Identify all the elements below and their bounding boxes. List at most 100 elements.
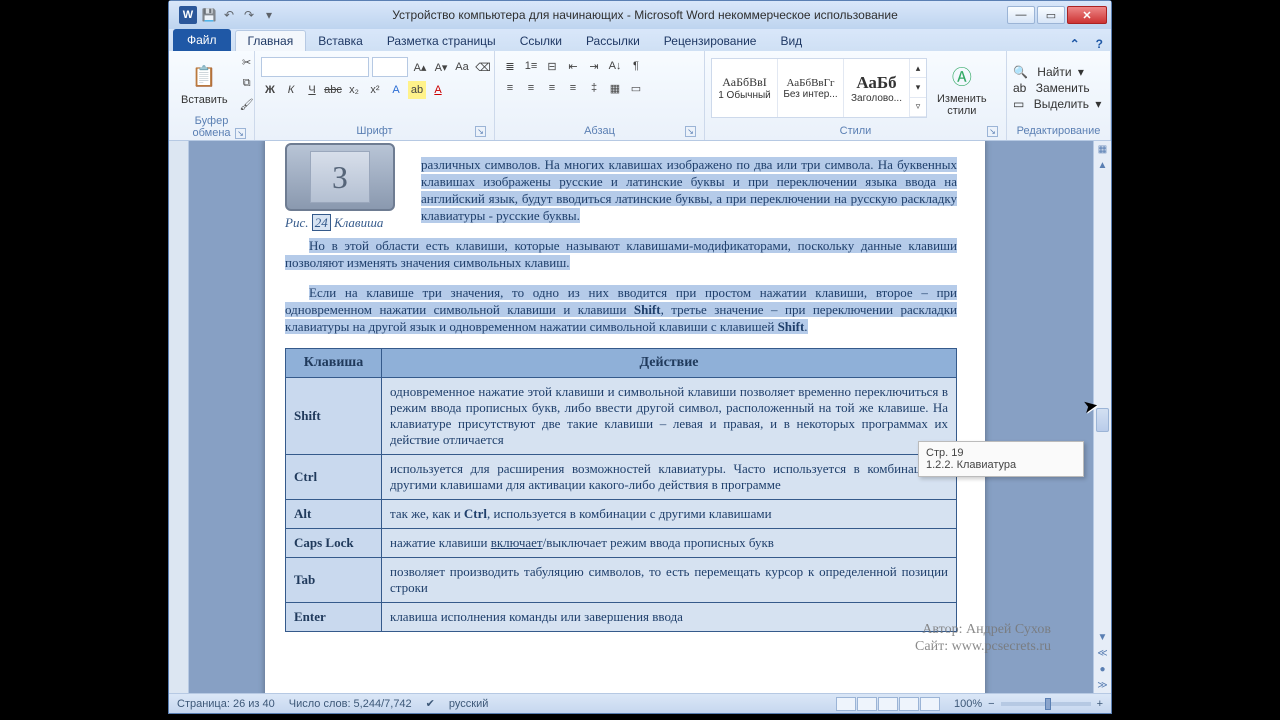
title-bar: W 💾 ↶ ↷ ▾ Устройство компьютера для начи… [169, 1, 1111, 29]
redo-icon[interactable]: ↷ [241, 7, 257, 23]
dialog-launcher-icon[interactable]: ↘ [685, 126, 696, 137]
justify-icon[interactable]: ≡ [564, 79, 582, 97]
dialog-launcher-icon[interactable]: ↘ [235, 128, 246, 139]
table-header: Действие [382, 349, 957, 378]
document-scroll[interactable]: З Рис. 24 Клавиша различных символов. На… [189, 141, 1093, 693]
style-heading1[interactable]: АаБбЗаголово... [844, 59, 910, 117]
tab-view[interactable]: Вид [768, 31, 814, 51]
keys-table: Клавиша Действие Shiftодновременное нажа… [285, 348, 957, 632]
group-editing: 🔍 Найти ▾ ab Заменить ▭ Выделить ▾ Редак… [1007, 51, 1111, 140]
multilevel-list-icon[interactable]: ⊟ [543, 57, 561, 75]
view-draft-icon[interactable] [920, 697, 940, 711]
change-case-icon[interactable]: Aa [453, 58, 471, 76]
align-left-icon[interactable]: ≡ [501, 79, 519, 97]
tab-page-layout[interactable]: Разметка страницы [375, 31, 508, 51]
table-row: Enterклавиша исполнения команды или заве… [286, 603, 957, 632]
dialog-launcher-icon[interactable]: ↘ [987, 126, 998, 137]
underline-button[interactable]: Ч [303, 81, 321, 99]
undo-icon[interactable]: ↶ [221, 7, 237, 23]
scroll-up-icon[interactable]: ▲ [1094, 157, 1111, 173]
tab-review[interactable]: Рецензирование [652, 31, 769, 51]
zoom-level[interactable]: 100% [954, 698, 982, 710]
borders-icon[interactable]: ▭ [627, 79, 645, 97]
minimize-button[interactable]: — [1007, 6, 1035, 24]
vertical-ruler[interactable] [169, 141, 189, 693]
group-font: A▴ A▾ Aa ⌫ Ж К Ч abc x₂ x² A ab A Шрифт↘ [255, 51, 495, 140]
save-icon[interactable]: 💾 [201, 7, 217, 23]
styles-scroll[interactable]: ▴▾▿ [910, 59, 926, 117]
tab-insert[interactable]: Вставка [306, 31, 375, 51]
close-button[interactable]: ✕ [1067, 6, 1107, 24]
tab-mailings[interactable]: Рассылки [574, 31, 652, 51]
font-color-icon[interactable]: A [429, 81, 447, 99]
align-center-icon[interactable]: ≡ [522, 79, 540, 97]
view-buttons [836, 697, 940, 711]
format-painter-icon[interactable]: 🖌 [238, 95, 256, 113]
change-styles-icon: Ⓐ [946, 59, 978, 91]
replace-button[interactable]: ab Заменить [1013, 81, 1104, 95]
style-normal[interactable]: АаБбВвІ1 Обычный [712, 59, 778, 117]
scroll-down-icon[interactable]: ▼ [1094, 629, 1111, 645]
figure: З Рис. 24 Клавиша [285, 143, 411, 231]
strikethrough-button[interactable]: abc [324, 81, 342, 99]
clear-formatting-icon[interactable]: ⌫ [474, 58, 492, 76]
ribbon-tabs: Файл Главная Вставка Разметка страницы С… [169, 29, 1111, 51]
text-effects-icon[interactable]: A [387, 81, 405, 99]
zoom-in-icon[interactable]: + [1097, 698, 1103, 710]
prev-page-icon[interactable]: ≪ [1094, 645, 1111, 661]
table-row: Altтак же, как и Ctrl, используется в ко… [286, 500, 957, 529]
zoom-control: 100% − + [954, 698, 1103, 710]
ruler-toggle-icon[interactable]: ▦ [1094, 141, 1111, 157]
view-web-icon[interactable] [878, 697, 898, 711]
qat-dropdown-icon[interactable]: ▾ [261, 7, 277, 23]
style-no-spacing[interactable]: АаБбВвГгБез интер... [778, 59, 844, 117]
help-icon[interactable]: ? [1088, 37, 1111, 51]
superscript-button[interactable]: x² [366, 81, 384, 99]
browse-object-icon[interactable]: ● [1094, 661, 1111, 677]
tab-references[interactable]: Ссылки [508, 31, 574, 51]
highlight-icon[interactable]: ab [408, 81, 426, 99]
find-button[interactable]: 🔍 Найти ▾ [1013, 65, 1104, 79]
styles-gallery[interactable]: АаБбВвІ1 Обычный АаБбВвГгБез интер... Аа… [711, 58, 927, 118]
copy-icon[interactable]: ⧉ [238, 74, 256, 92]
group-styles: АаБбВвІ1 Обычный АаБбВвГгБез интер... Аа… [705, 51, 1007, 140]
minimize-ribbon-icon[interactable]: ⌃ [1062, 37, 1088, 51]
word-icon[interactable]: W [179, 6, 197, 24]
bullets-icon[interactable]: ≣ [501, 57, 519, 75]
view-outline-icon[interactable] [899, 697, 919, 711]
view-print-layout-icon[interactable] [836, 697, 856, 711]
tab-file[interactable]: Файл [173, 29, 231, 51]
group-label: Абзац [584, 125, 615, 137]
status-language[interactable]: русский [449, 698, 488, 710]
tab-home[interactable]: Главная [235, 30, 307, 51]
next-page-icon[interactable]: ≫ [1094, 677, 1111, 693]
maximize-button[interactable]: ▭ [1037, 6, 1065, 24]
select-button[interactable]: ▭ Выделить ▾ [1013, 97, 1104, 111]
italic-button[interactable]: К [282, 81, 300, 99]
zoom-out-icon[interactable]: − [988, 698, 994, 710]
subscript-button[interactable]: x₂ [345, 81, 363, 99]
numbering-icon[interactable]: 1≡ [522, 57, 540, 75]
dialog-launcher-icon[interactable]: ↘ [475, 126, 486, 137]
paste-button[interactable]: 📋 Вставить [175, 58, 234, 108]
sort-icon[interactable]: A↓ [606, 57, 624, 75]
align-right-icon[interactable]: ≡ [543, 79, 561, 97]
decrease-indent-icon[interactable]: ⇤ [564, 57, 582, 75]
status-page[interactable]: Страница: 26 из 40 [177, 698, 275, 710]
status-spellcheck-icon[interactable]: ✔ [426, 697, 435, 710]
view-fullscreen-icon[interactable] [857, 697, 877, 711]
bold-button[interactable]: Ж [261, 81, 279, 99]
vertical-scrollbar[interactable]: ▦ ▲ ▼ ≪ ● ≫ [1093, 141, 1111, 693]
show-marks-icon[interactable]: ¶ [627, 57, 645, 75]
font-name-input[interactable] [261, 57, 369, 77]
font-size-input[interactable] [372, 57, 408, 77]
grow-font-icon[interactable]: A▴ [411, 58, 429, 76]
cut-icon[interactable]: ✂ [238, 53, 256, 71]
shading-icon[interactable]: ▦ [606, 79, 624, 97]
zoom-slider[interactable] [1001, 702, 1091, 706]
status-words[interactable]: Число слов: 5,244/7,742 [289, 698, 412, 710]
change-styles-button[interactable]: Ⓐ Изменить стили [931, 57, 993, 119]
line-spacing-icon[interactable]: ‡ [585, 79, 603, 97]
increase-indent-icon[interactable]: ⇥ [585, 57, 603, 75]
shrink-font-icon[interactable]: A▾ [432, 58, 450, 76]
